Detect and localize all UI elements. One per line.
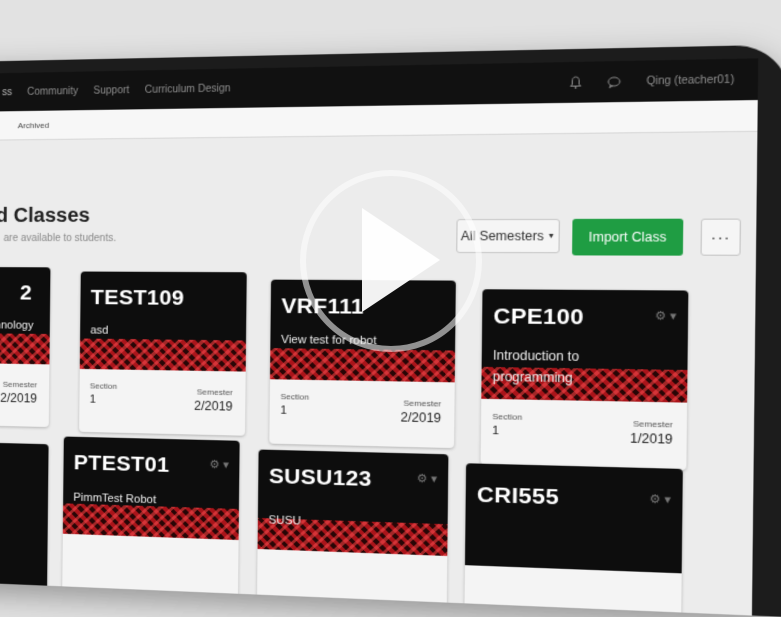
- class-code: PTEST01: [74, 451, 170, 478]
- user-menu[interactable]: Qing (teacher01): [646, 74, 734, 88]
- semester-value: 2/2019: [401, 410, 442, 426]
- chat-icon[interactable]: [607, 76, 621, 88]
- class-card[interactable]: CPE100 ⚙ ▾ Introduction to programming S…: [481, 289, 689, 470]
- nav-item-community[interactable]: Community: [27, 85, 78, 97]
- page-subtitle: are available to students.: [4, 233, 117, 244]
- class-card[interactable]: 2 Technology Semester 2/2019: [0, 267, 50, 427]
- caret-down-icon: ▼: [547, 232, 555, 240]
- class-description: Introduction to programming: [493, 345, 636, 390]
- nav-item-support[interactable]: Support: [93, 84, 129, 96]
- section-label: Section: [492, 412, 522, 422]
- class-card-footer: Section 1 Semester 1/2019: [481, 399, 688, 470]
- class-card-footer: Section 1 Semester 2/2019: [79, 369, 246, 436]
- class-code: CPE100: [493, 304, 584, 331]
- page-title: d Classes: [0, 205, 90, 228]
- import-class-button[interactable]: Import Class: [572, 219, 683, 256]
- semester-label: Semester: [197, 387, 233, 397]
- card-pattern: [80, 338, 246, 371]
- nav-item-classes[interactable]: ss: [2, 87, 12, 98]
- section-label: Section: [280, 392, 309, 402]
- nav-item-curriculum-design[interactable]: Curriculum Design: [145, 83, 231, 96]
- semester-label: Semester: [3, 380, 37, 390]
- class-card-header: [0, 440, 49, 604]
- bell-icon[interactable]: [569, 76, 582, 89]
- gear-icon[interactable]: ⚙ ▾: [655, 309, 677, 323]
- class-card-header: CPE100 ⚙ ▾ Introduction to programming: [481, 289, 688, 402]
- class-card-header: PTEST01 ⚙ ▾ PimmTest Robot: [63, 437, 240, 541]
- semester-value: 1/2019: [630, 431, 673, 447]
- class-card-footer: Section 1 Semester 2/2019: [269, 379, 454, 448]
- class-card[interactable]: SUSU123 ⚙ ▾ SUSU: [257, 450, 449, 616]
- semester-label: Semester: [633, 419, 673, 430]
- class-card[interactable]: TEST109 asd Section 1 Semester 2/2019: [79, 272, 247, 436]
- section-value: 1: [492, 425, 499, 438]
- class-card-header: SUSU123 ⚙ ▾ SUSU: [258, 450, 449, 556]
- play-icon[interactable]: [362, 208, 440, 312]
- class-description: Technology: [0, 315, 50, 337]
- class-card[interactable]: CRI555 ⚙ ▾: [464, 463, 683, 615]
- class-description: PimmTest Robot: [73, 487, 202, 511]
- card-pattern: [0, 332, 50, 364]
- gear-icon[interactable]: ⚙ ▾: [649, 492, 671, 507]
- class-code: CRI555: [477, 483, 560, 511]
- gear-icon[interactable]: ⚙ ▾: [417, 471, 438, 485]
- class-card-footer: Semester 2/2019: [0, 362, 49, 427]
- class-code: SUSU123: [269, 464, 372, 492]
- section-value: 1: [90, 393, 96, 405]
- section-label: Section: [90, 381, 117, 391]
- semester-value: 2/2019: [0, 391, 37, 406]
- class-description: asd: [90, 320, 220, 342]
- semester-label: Semester: [403, 398, 441, 408]
- more-options-button[interactable]: ···: [700, 219, 741, 256]
- nav-right: Qing (teacher01): [569, 73, 734, 89]
- gear-icon[interactable]: ⚙ ▾: [209, 458, 229, 472]
- tab-archived[interactable]: Archived: [18, 120, 49, 129]
- class-code: TEST109: [91, 286, 185, 311]
- class-card[interactable]: PTEST01 ⚙ ▾ PimmTest Robot: [62, 437, 239, 605]
- class-code: 2: [20, 281, 32, 305]
- class-card-header: CRI555 ⚙ ▾: [465, 463, 683, 573]
- card-pattern: [270, 348, 455, 382]
- class-card[interactable]: [0, 440, 49, 604]
- class-card-header: 2 Technology: [0, 267, 50, 365]
- section-value: 1: [280, 404, 287, 417]
- semester-value: 2/2019: [194, 399, 233, 414]
- class-card-header: TEST109 asd: [80, 272, 247, 372]
